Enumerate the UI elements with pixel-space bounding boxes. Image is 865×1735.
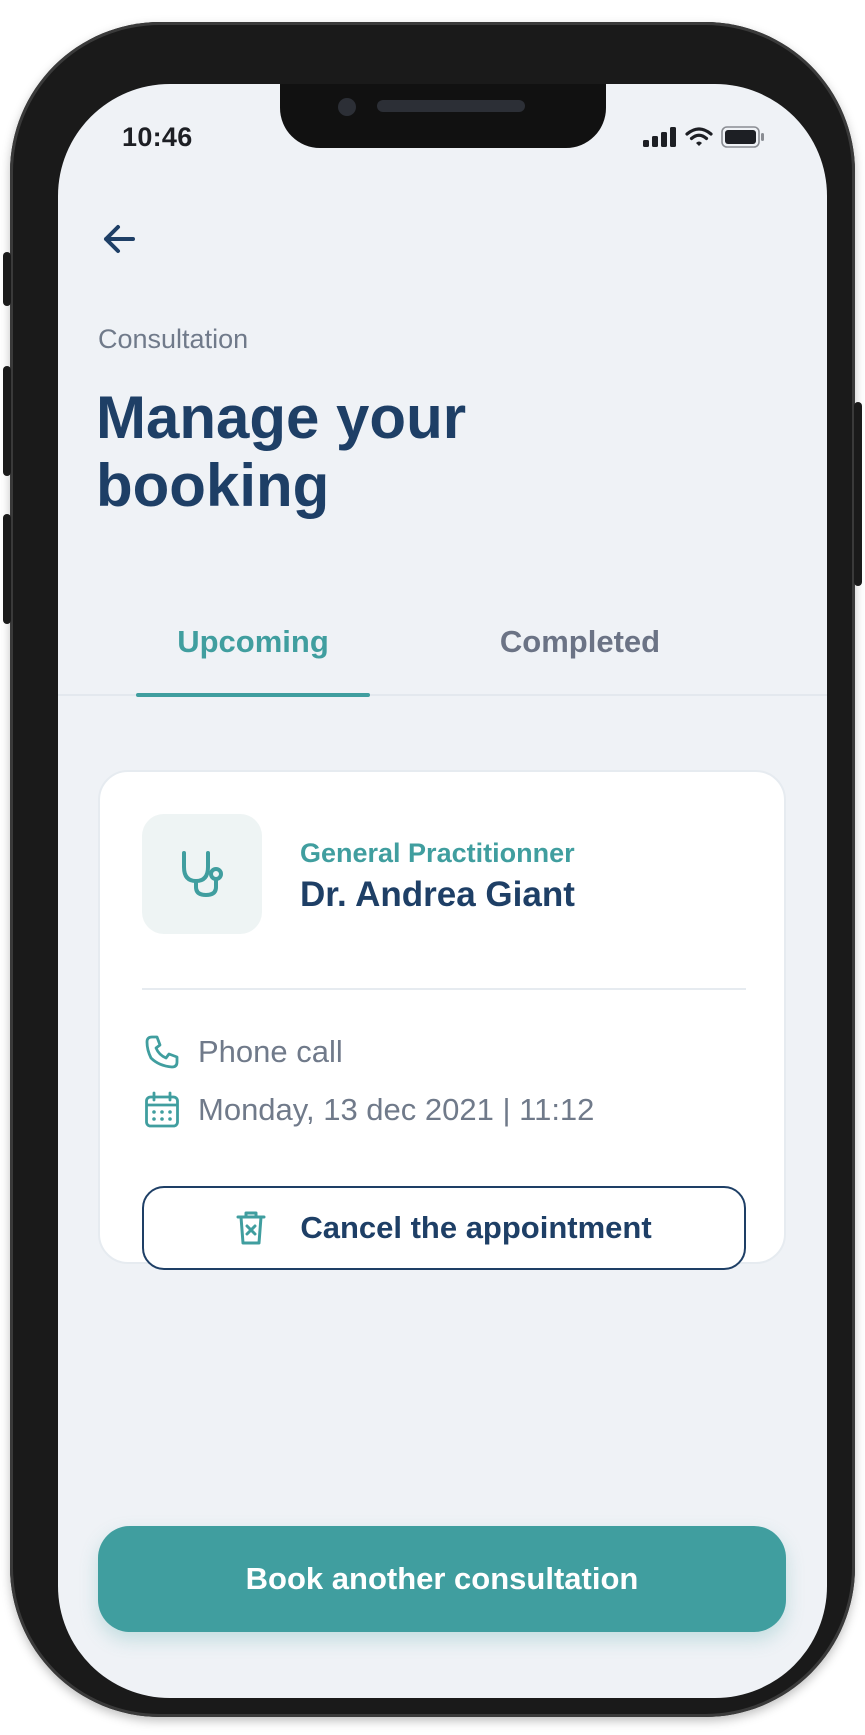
power-button [854,402,862,586]
back-button[interactable] [96,216,142,262]
cancel-appointment-button[interactable]: Cancel the appointment [142,1186,746,1270]
silent-switch [3,252,11,306]
cellular-signal-icon [643,127,677,152]
consultation-mode: Phone call [142,1032,343,1072]
specialty-icon-box [142,814,262,934]
battery-icon [721,126,765,153]
volume-down-button [3,514,11,624]
phone-frame: 10:46 Consultation Manage your booking U… [3,22,862,1717]
tab-bar: Upcoming Completed [58,624,827,697]
card-divider [142,988,746,990]
appointment-card: General Practitionner Dr. Andrea Giant P… [98,770,786,1270]
consultation-mode-label: Phone call [198,1034,343,1069]
book-another-consultation-label: Book another consultation [245,1561,639,1596]
tab-upcoming[interactable]: Upcoming [136,624,370,694]
trash-icon [236,1211,266,1245]
volume-up-button [3,366,11,476]
page-title: Manage your booking [96,384,467,519]
calendar-icon [142,1090,182,1130]
doctor-name: Dr. Andrea Giant [300,875,575,914]
stethoscope-icon [182,851,223,898]
status-icons [643,126,765,153]
cancel-appointment-label: Cancel the appointment [300,1210,652,1245]
book-another-consultation-button[interactable]: Book another consultation [98,1526,786,1632]
notch [280,84,606,148]
screen: 10:46 Consultation Manage your booking U… [58,84,827,1698]
appointment-datetime: Monday, 13 dec 2021 | 11:12 [142,1090,594,1130]
earpiece-speaker [377,100,525,112]
wifi-icon [685,127,713,152]
doctor-specialty: General Practitionner [300,838,575,868]
phone-icon [142,1032,182,1072]
status-time: 10:46 [122,122,193,152]
arrow-left-icon [104,225,135,253]
appointment-datetime-label: Monday, 13 dec 2021 | 11:12 [198,1092,595,1127]
front-camera [338,98,356,116]
page-eyebrow: Consultation [98,324,249,354]
active-tab-indicator [136,693,370,697]
tab-completed[interactable]: Completed [460,624,700,694]
